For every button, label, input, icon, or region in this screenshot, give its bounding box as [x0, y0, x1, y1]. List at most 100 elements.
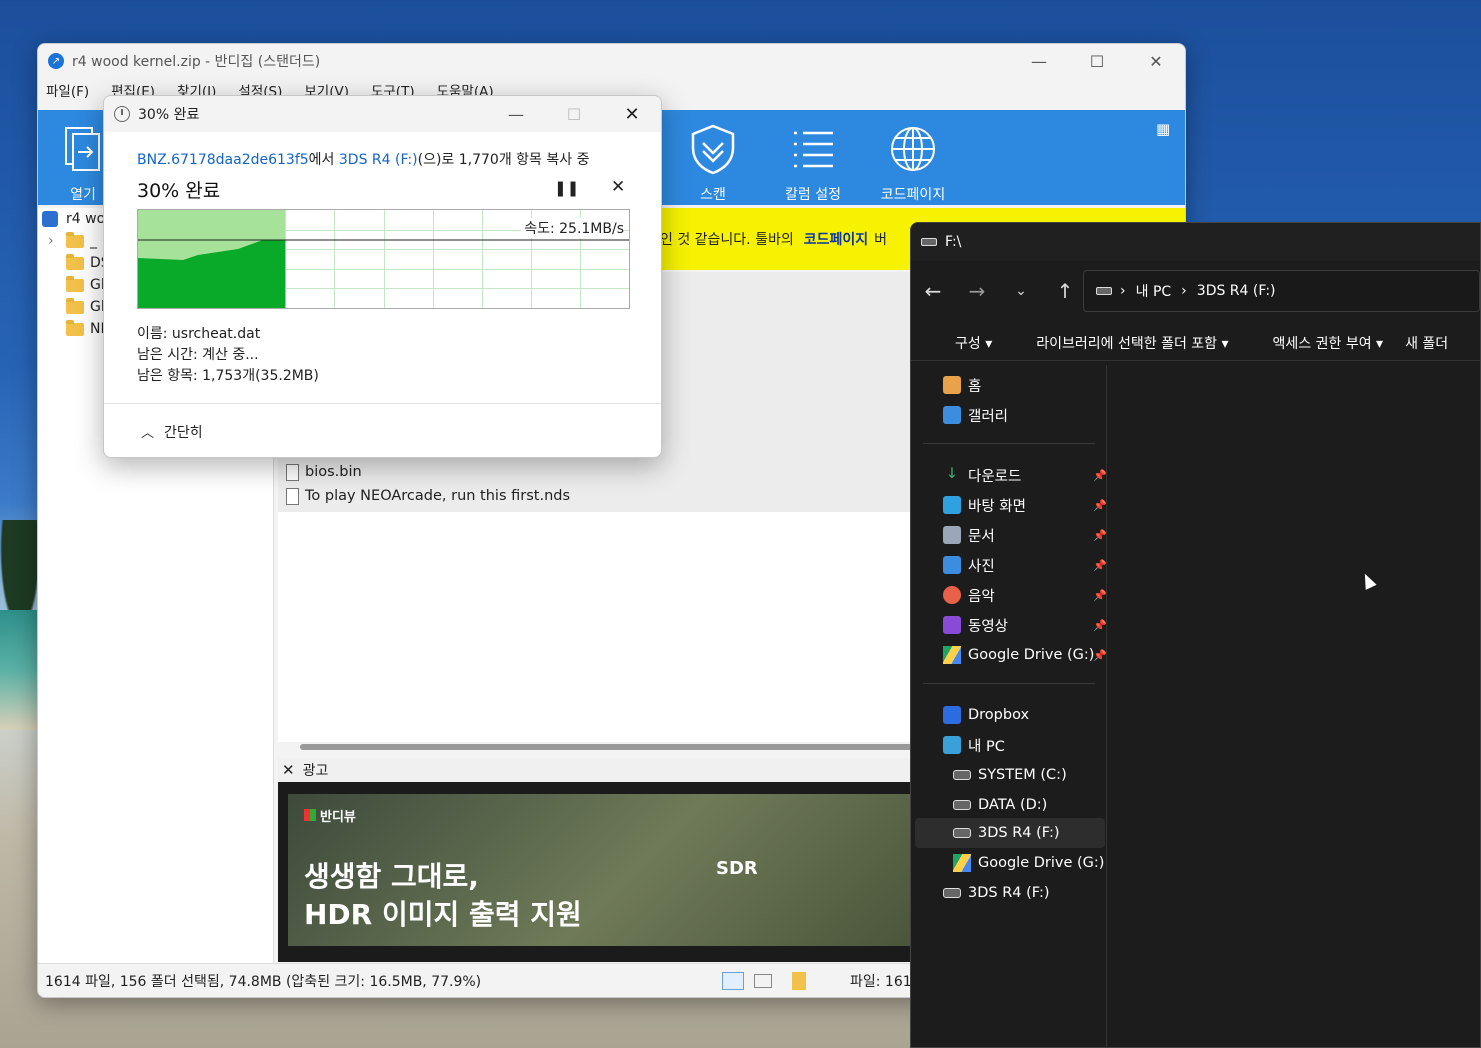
nav-item-desktop[interactable]: 바탕 화면 📌 — [943, 491, 1107, 519]
layout-icon[interactable]: ▦ — [1156, 120, 1170, 138]
nav-item-pictures[interactable]: 사진 📌 — [943, 551, 1107, 579]
pin-icon[interactable]: 📌 — [1093, 559, 1107, 572]
file-icon — [286, 463, 299, 481]
info-pane-icon[interactable] — [792, 971, 806, 990]
nav-item-drive-f-selected[interactable]: 3DS R4 (F:) — [953, 819, 1115, 847]
close-ad-icon[interactable]: ✕ — [282, 761, 295, 779]
dialog-close-button[interactable]: ✕ — [603, 96, 661, 132]
breadcrumb-drive[interactable]: 3DS R4 (F:) — [1197, 283, 1276, 299]
folder-icon — [66, 253, 84, 270]
google-drive-icon — [953, 854, 971, 872]
status-right: 파일: 161 — [850, 973, 912, 990]
dialog-minimize-button[interactable]: — — [487, 96, 545, 132]
folder-icon — [66, 275, 84, 292]
globe-icon — [868, 120, 958, 178]
give-access-button[interactable]: 액세스 권한 부여 ▾ — [1251, 333, 1384, 353]
document-icon — [943, 526, 961, 544]
codepage-link[interactable]: 코드페이지 — [804, 229, 868, 249]
desktop-icon — [943, 496, 961, 514]
command-bar: 구성 ▾ 라이브러리에 선택한 폴더 포함 ▾ 액세스 권한 부여 ▾ 새 폴더 — [911, 325, 1480, 361]
dialog-maximize-button: ☐ — [566, 104, 582, 124]
drive-icon — [921, 238, 937, 246]
minimize-button[interactable]: — — [1010, 44, 1068, 78]
percent-complete: 30% 완료 — [137, 180, 221, 202]
navigation-bar: ← → ⌄ ↑ › 내 PC › 3DS R4 (F:) — [911, 267, 1480, 315]
codepage-button[interactable]: 코드페이지 — [868, 120, 958, 204]
columns-icon — [768, 120, 858, 178]
explorer-tab[interactable]: F:\ — [911, 223, 1480, 261]
maximize-button[interactable]: ☐ — [1068, 44, 1126, 78]
pin-icon[interactable]: 📌 — [1093, 589, 1107, 602]
copy-description: BNZ.67178daa2de613f5에서 3DS R4 (F:)(으)로 1… — [137, 152, 590, 168]
include-in-library-button[interactable]: 라이브러리에 선택한 폴더 포함 ▾ — [1014, 333, 1228, 353]
column-settings-button[interactable]: 칼럼 설정 — [768, 120, 858, 204]
pin-icon[interactable]: 📌 — [1093, 619, 1107, 632]
pin-icon[interactable]: 📌 — [1093, 529, 1107, 542]
nav-item-drive-g[interactable]: Google Drive (G:) — [953, 849, 1115, 877]
bandizip-icon: ↗ — [48, 53, 64, 69]
speed-graph: 속도: 25.1MB/s — [137, 209, 630, 309]
nav-item-drive-d[interactable]: DATA (D:) — [953, 791, 1115, 819]
nav-item-drive-f[interactable]: 3DS R4 (F:) — [943, 879, 1105, 907]
status-text: 1614 파일, 156 폴더 선택됨, 74.8MB (압축된 크기: 16.… — [45, 973, 482, 990]
divider — [104, 403, 661, 404]
drive-icon — [953, 828, 971, 838]
drive-icon — [953, 800, 971, 810]
bandiview-logo-icon — [304, 809, 316, 821]
destination-link[interactable]: 3DS R4 (F:) — [339, 152, 418, 168]
menu-file[interactable]: 파일(F) — [46, 80, 89, 100]
breadcrumb-pc[interactable]: 내 PC — [1136, 281, 1172, 301]
nav-item-google-drive[interactable]: Google Drive (G:) 📌 — [943, 641, 1107, 669]
mouse-cursor-icon — [1359, 571, 1377, 590]
source-link[interactable]: BNZ.67178daa2de613f5 — [137, 152, 309, 168]
close-button[interactable]: ✕ — [1127, 44, 1185, 78]
nav-item-downloads[interactable]: ↓ 다운로드 📌 — [943, 461, 1107, 489]
music-icon — [943, 586, 961, 604]
back-icon[interactable]: ← — [911, 279, 955, 303]
nav-item-dropbox[interactable]: Dropbox — [943, 701, 1105, 729]
scan-button[interactable]: 스캔 — [668, 120, 758, 204]
google-drive-icon — [943, 646, 961, 664]
file-icon — [286, 487, 299, 505]
home-icon — [943, 376, 961, 394]
ad-headline: 생생함 그대로, HDR 이미지 출력 지원 — [304, 860, 582, 931]
folder-icon — [66, 319, 84, 336]
items-remaining-line: 남은 항목: 1,753개(35.2MB) — [137, 368, 319, 384]
nav-item-drive-c[interactable]: SYSTEM (C:) — [953, 761, 1115, 789]
nav-item-this-pc[interactable]: 내 PC — [943, 731, 1105, 759]
window-title: r4 wood kernel.zip - 반디집 (스탠더드) — [72, 54, 321, 70]
recent-dropdown-icon[interactable]: ⌄ — [999, 283, 1043, 299]
details-view-icon[interactable] — [722, 971, 744, 990]
cancel-button[interactable]: ✕ — [611, 177, 625, 197]
pc-icon — [943, 736, 961, 754]
fewer-details-button[interactable]: ︿ 간단히 — [141, 422, 203, 442]
address-bar[interactable]: › 내 PC › 3DS R4 (F:) — [1083, 270, 1480, 312]
pictures-icon — [943, 556, 961, 574]
speed-area — [138, 240, 286, 308]
nav-item-home[interactable]: 홈 — [943, 371, 1105, 399]
pause-button[interactable]: ❚❚ — [554, 179, 579, 197]
new-folder-button[interactable]: 새 폴더 — [1405, 333, 1448, 353]
chevron-right-icon: › — [48, 233, 54, 249]
pin-icon[interactable]: 📌 — [1093, 499, 1107, 512]
nav-item-documents[interactable]: 문서 📌 — [943, 521, 1107, 549]
pin-icon[interactable]: 📌 — [1093, 649, 1107, 662]
dropbox-icon — [943, 706, 961, 724]
up-icon[interactable]: ↑ — [1043, 279, 1087, 303]
organize-button[interactable]: 구성 ▾ — [933, 333, 992, 353]
nav-item-videos[interactable]: 동영상 📌 — [943, 611, 1107, 639]
clock-icon — [114, 106, 130, 122]
pin-icon[interactable]: 📌 — [1093, 469, 1107, 482]
folder-icon — [66, 231, 84, 248]
divider — [923, 683, 1095, 684]
folder-icon — [66, 297, 84, 314]
drive-icon — [1096, 287, 1112, 295]
nav-item-music[interactable]: 음악 📌 — [943, 581, 1107, 609]
nav-item-gallery[interactable]: 갤러리 — [943, 401, 1105, 429]
copy-details: 이름: usrcheat.dat 남은 시간: 계산 중... 남은 항목: 1… — [137, 324, 319, 387]
video-icon — [943, 616, 961, 634]
forward-icon[interactable]: → — [955, 279, 999, 303]
preview-view-icon[interactable] — [754, 973, 772, 988]
navigation-pane: 홈 갤러리 ↓ 다운로드 📌 바탕 화면 📌 문서 📌 사진 📌 음악 📌 동영상 📌 Goo… — [911, 365, 1107, 1047]
download-icon: ↓ — [945, 466, 959, 482]
